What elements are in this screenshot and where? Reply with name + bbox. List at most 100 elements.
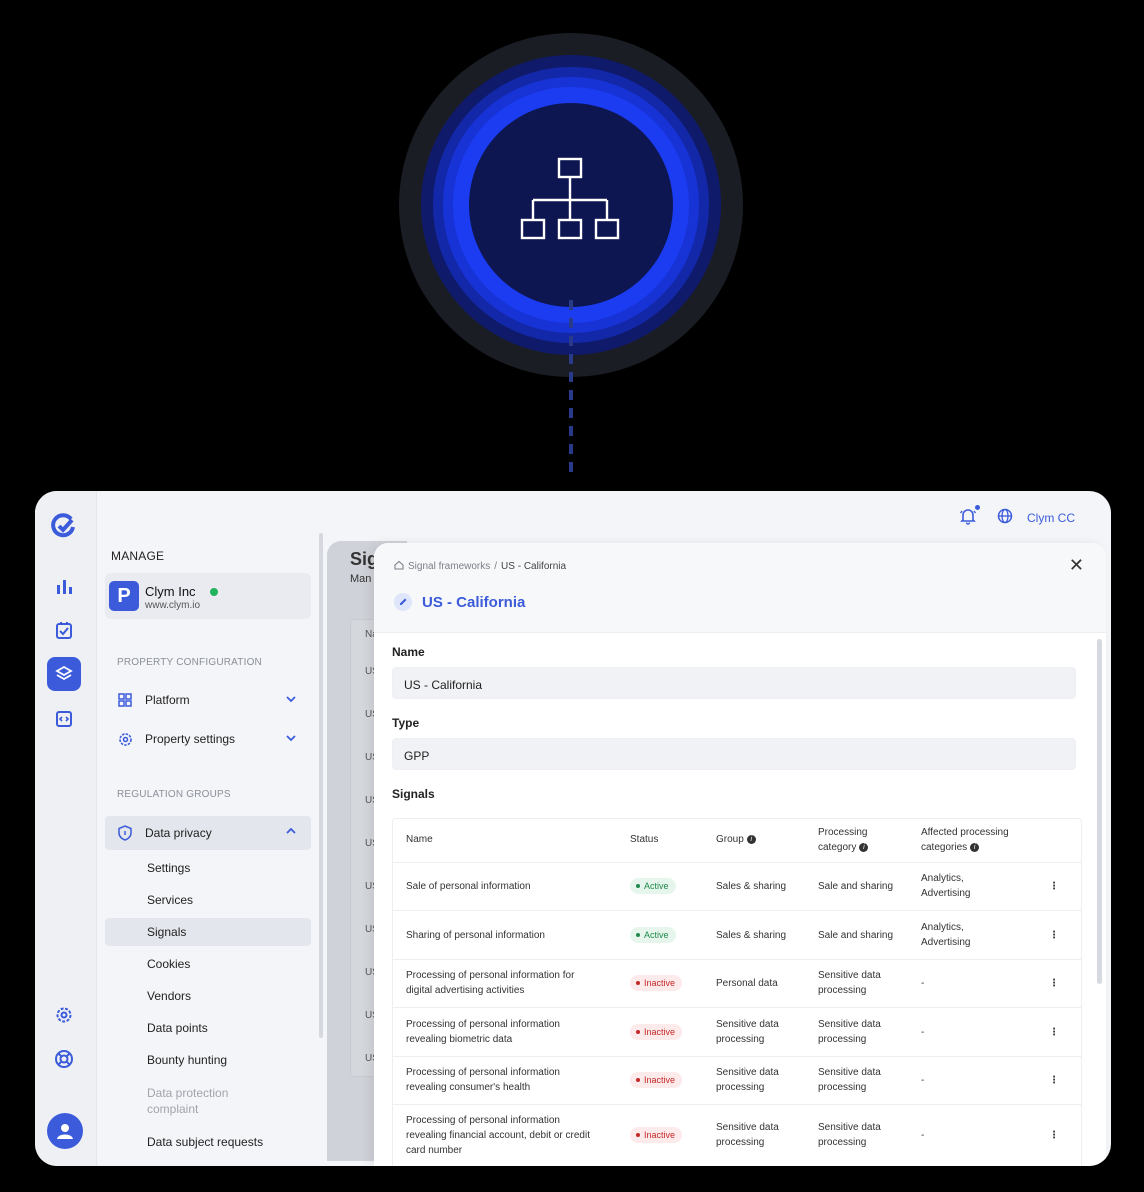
org-switcher[interactable]: P Clym Inc www.clym.io (105, 573, 311, 619)
info-icon[interactable]: i (859, 842, 869, 852)
row-group-line: processing (716, 1137, 765, 1148)
col-affected-categories[interactable]: Affected processing categories i (921, 825, 1009, 855)
row-group-line: Sensitive data (716, 1067, 779, 1078)
chevron-down-icon[interactable] (285, 693, 297, 708)
sitemap-icon (520, 157, 620, 240)
panel-scrollbar[interactable] (1097, 639, 1102, 984)
status-badge: Inactive (630, 1024, 683, 1040)
close-icon[interactable]: ✕ (1069, 555, 1084, 576)
row-category-line: Sensitive data (818, 1067, 881, 1078)
nav-platform[interactable]: Platform (105, 684, 311, 716)
nav-platform-label: Platform (145, 693, 190, 707)
table-row[interactable]: Processing of personal information reveal… (393, 1057, 1081, 1105)
nav-data-privacy[interactable]: Data privacy (105, 816, 311, 850)
row-affected: - (921, 1130, 925, 1141)
type-label: Type (392, 716, 420, 730)
table-row[interactable]: Sharing of personal information Active S… (393, 911, 1081, 960)
col-processing-category[interactable]: Processing category i (818, 825, 869, 855)
row-affected: Analytics, Advertising (921, 920, 970, 950)
status-badge: Inactive (630, 1127, 683, 1143)
sub-data-points[interactable]: Data points (105, 1014, 311, 1042)
status-badge-label: Active (644, 930, 669, 940)
col-group[interactable]: Group i (716, 832, 756, 847)
signals-label: Signals (392, 787, 435, 801)
status-badge: Inactive (630, 975, 683, 991)
nav-property-settings[interactable]: Property settings (105, 723, 311, 755)
row-category-line: processing (818, 985, 867, 996)
row-group: Sensitive data processing (716, 1065, 779, 1095)
chevron-down-icon[interactable] (285, 732, 297, 747)
logo-icon[interactable] (47, 509, 81, 543)
online-status-dot (210, 588, 218, 596)
more-options-icon[interactable]: ⋮ (1049, 928, 1059, 943)
gear-icon (105, 732, 145, 747)
name-field[interactable]: US - California (392, 667, 1076, 699)
more-options-icon[interactable]: ⋮ (1049, 1025, 1059, 1040)
signals-table: Name Status Group i Processing category i … (392, 818, 1082, 1166)
sub-vendors[interactable]: Vendors (105, 982, 311, 1010)
more-options-icon[interactable]: ⋮ (1049, 879, 1059, 894)
info-icon[interactable]: i (970, 842, 980, 852)
status-badge-label: Active (644, 881, 669, 891)
table-header: Name Status Group i Processing category i … (393, 819, 1081, 863)
row-name-line: Processing of personal information (406, 1115, 560, 1126)
breadcrumb-parent[interactable]: Signal frameworks (408, 561, 490, 572)
analytics-icon[interactable] (47, 569, 81, 603)
sub-data-protection-complaint-line1: Data protection (147, 1086, 229, 1100)
user-menu[interactable]: Clym CC (1027, 511, 1075, 525)
table-row[interactable]: Processing of personal information reveal… (393, 1105, 1081, 1166)
table-row[interactable]: Processing of personal information reveal… (393, 1008, 1081, 1057)
row-name-line: revealing financial account, debit or cr… (406, 1130, 590, 1141)
row-category-line: Sensitive data (818, 1019, 881, 1030)
sub-services[interactable]: Services (105, 886, 311, 914)
row-category: Sale and sharing (818, 881, 894, 892)
row-group: Sensitive data processing (716, 1120, 779, 1150)
row-category-line: processing (818, 1034, 867, 1045)
col-status[interactable]: Status (630, 832, 658, 847)
sidebar-scrollbar[interactable] (319, 533, 323, 1038)
user-icon[interactable] (47, 1113, 83, 1149)
sub-signals[interactable]: Signals (105, 918, 311, 946)
bell-icon[interactable] (959, 505, 980, 528)
more-options-icon[interactable]: ⋮ (1049, 1073, 1059, 1088)
sub-bounty-hunting[interactable]: Bounty hunting (105, 1046, 311, 1074)
chevron-up-icon[interactable] (285, 825, 297, 840)
status-badge-label: Inactive (644, 1075, 676, 1085)
row-affected-line: Analytics, (921, 873, 964, 884)
top-bar: Clym CC (959, 505, 1075, 528)
app-window: MANAGE P Clym Inc www.clym.io PROPERTY C… (35, 491, 1111, 1166)
layers-icon[interactable] (47, 657, 81, 691)
row-name-line: Processing of personal information (406, 1067, 560, 1078)
sidebar: MANAGE P Clym Inc www.clym.io PROPERTY C… (97, 491, 325, 1166)
icon-rail (35, 491, 97, 1166)
row-affected-line: Advertising (921, 888, 971, 899)
manage-heading: MANAGE (111, 549, 165, 563)
type-field[interactable]: GPP (392, 738, 1076, 770)
status-badge-label: Inactive (644, 1130, 676, 1140)
sub-data-subject-requests[interactable]: Data subject requests (105, 1128, 311, 1156)
code-icon[interactable] (47, 701, 81, 735)
status-badge: Active (630, 927, 676, 943)
col-name[interactable]: Name (406, 832, 433, 847)
tasks-icon[interactable] (47, 613, 81, 647)
row-name-line: card number (406, 1145, 463, 1156)
more-options-icon[interactable]: ⋮ (1049, 976, 1059, 991)
support-icon[interactable] (47, 1042, 81, 1076)
pencil-icon[interactable] (394, 593, 412, 611)
home-icon[interactable] (394, 560, 404, 573)
sub-settings[interactable]: Settings (105, 854, 311, 882)
row-name-line: revealing consumer's health (406, 1082, 531, 1093)
sub-cookies[interactable]: Cookies (105, 950, 311, 978)
panel-header: Signal frameworks / US - California ✕ US… (374, 543, 1106, 633)
more-options-icon[interactable]: ⋮ (1049, 1128, 1059, 1143)
row-name: Sharing of personal information (406, 930, 545, 941)
notification-dot (975, 505, 980, 510)
info-icon[interactable]: i (746, 834, 756, 844)
table-row[interactable]: Processing of personal information for di… (393, 960, 1081, 1008)
settings-icon[interactable] (47, 998, 81, 1032)
globe-icon[interactable] (991, 508, 1013, 527)
row-name-line: digital advertising activities (406, 985, 525, 996)
row-group-line: Sensitive data (716, 1122, 779, 1133)
table-row[interactable]: Sale of personal information Active Sale… (393, 863, 1081, 911)
col-affected-line2: categories (921, 842, 968, 853)
